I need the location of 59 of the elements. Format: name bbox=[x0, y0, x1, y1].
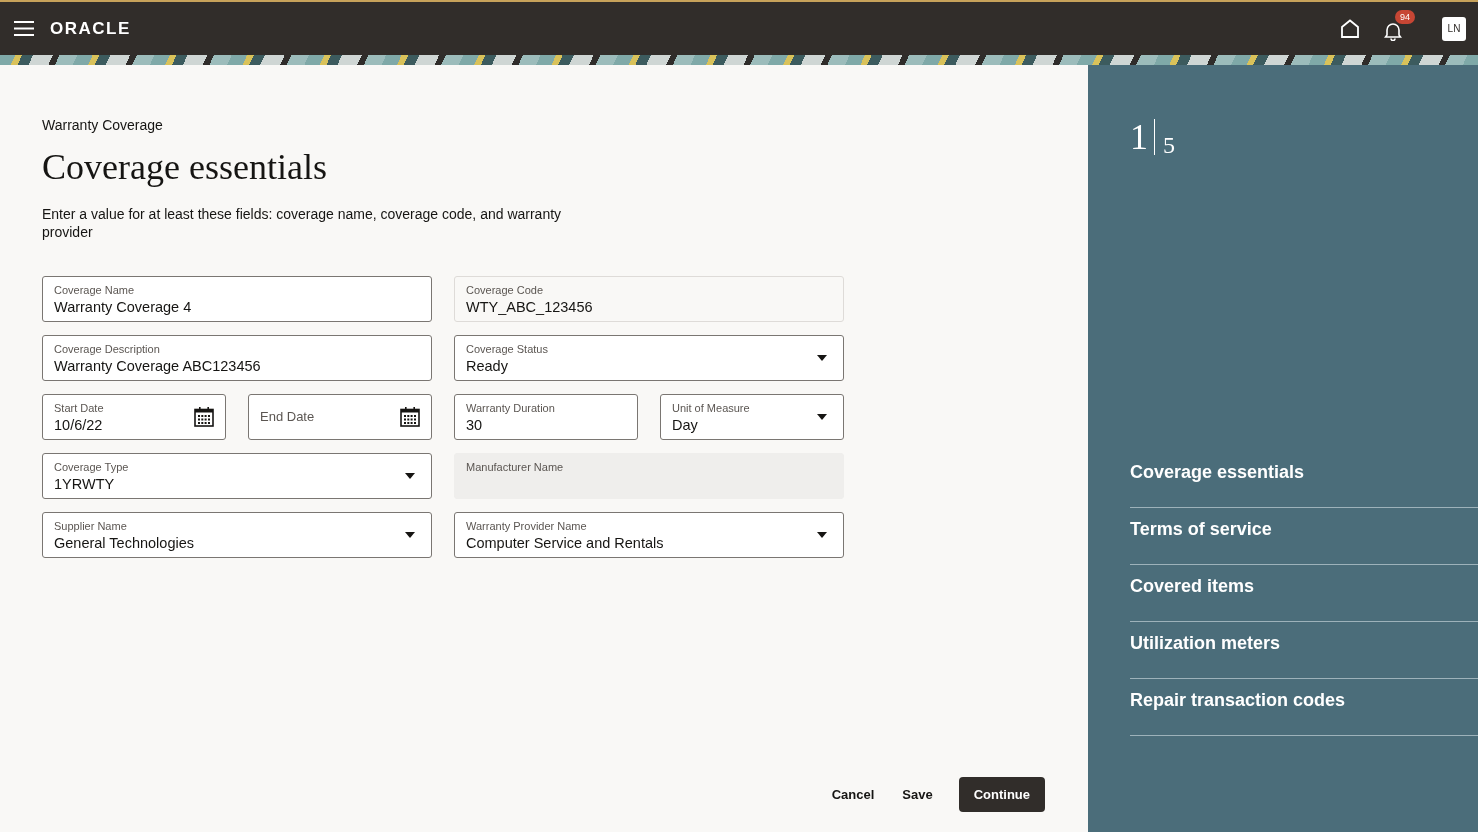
field-value: Day bbox=[672, 416, 698, 436]
continue-button[interactable]: Continue bbox=[958, 776, 1045, 812]
dropdown-caret-icon[interactable] bbox=[817, 355, 827, 362]
field-label: End Date bbox=[260, 408, 315, 427]
field-label: Warranty Provider Name bbox=[466, 520, 587, 534]
field-label: Warranty Duration bbox=[466, 402, 555, 416]
field-label: Supplier Name bbox=[54, 520, 127, 534]
field-label: Coverage Type bbox=[54, 461, 129, 475]
step-link[interactable]: Repair transaction codes bbox=[1130, 667, 1478, 736]
date-field[interactable]: End Date bbox=[248, 394, 432, 441]
bell-icon[interactable] bbox=[1384, 21, 1402, 42]
text-field[interactable]: Warranty Duration 30 bbox=[454, 394, 638, 441]
field-value: WTY_ABC_123456 bbox=[466, 298, 593, 318]
field-value: 10/6/22 bbox=[54, 416, 103, 436]
field-label: Start Date bbox=[54, 402, 104, 416]
field-value: 30 bbox=[466, 416, 483, 436]
total-steps-number: 5 bbox=[1163, 131, 1175, 159]
date-field[interactable]: Start Date 10/6/22 bbox=[42, 394, 226, 441]
field-value: Warranty Coverage ABC123456 bbox=[54, 357, 261, 377]
dropdown-caret-icon[interactable] bbox=[405, 532, 415, 539]
text-button[interactable]: Cancel bbox=[817, 776, 889, 812]
text-field[interactable]: Coverage Description Warranty Coverage ABC123456 bbox=[42, 335, 432, 382]
calendar-icon[interactable] bbox=[194, 407, 214, 428]
page-title: Coverage essentials bbox=[42, 146, 328, 189]
dropdown-field[interactable]: Unit of Measure Day bbox=[660, 394, 844, 441]
field-label: Manufacturer Name bbox=[466, 461, 564, 475]
breadcrumb: Warranty Coverage bbox=[42, 116, 164, 135]
field-label: Coverage Code bbox=[466, 284, 544, 298]
step-link[interactable]: Covered items bbox=[1130, 553, 1478, 622]
dropdown-caret-icon[interactable] bbox=[817, 532, 827, 539]
dropdown-caret-icon[interactable] bbox=[817, 414, 827, 421]
field-label: Coverage Status bbox=[466, 343, 548, 357]
dropdown-caret-icon[interactable] bbox=[405, 473, 415, 480]
calendar-icon[interactable] bbox=[400, 407, 420, 428]
step-link[interactable]: Utilization meters bbox=[1130, 610, 1478, 679]
field-label: Coverage Description bbox=[54, 343, 160, 357]
user-avatar[interactable]: LN bbox=[1442, 16, 1466, 41]
text-button[interactable]: Save bbox=[888, 776, 947, 812]
dropdown-field[interactable]: Coverage Type 1YRWTY bbox=[42, 453, 432, 500]
step-link[interactable]: Terms of service bbox=[1130, 496, 1478, 565]
field-value: General Technologies bbox=[54, 534, 194, 554]
home-icon[interactable] bbox=[1340, 19, 1360, 38]
dropdown-field[interactable]: Coverage Status Ready bbox=[454, 335, 844, 382]
field-label: Unit of Measure bbox=[672, 402, 750, 416]
instructions-text: Enter a value for at least these fields: coverage name, coverage code, and warranty provider bbox=[42, 205, 563, 242]
field-value: Ready bbox=[466, 357, 508, 377]
field-label: Coverage Name bbox=[54, 284, 135, 298]
field-value: Computer Service and Rentals bbox=[466, 534, 664, 554]
menu-icon[interactable] bbox=[14, 21, 34, 36]
readonly-field[interactable]: Coverage Code WTY_ABC_123456 bbox=[454, 276, 844, 323]
step-link[interactable]: Coverage essentials bbox=[1130, 439, 1478, 508]
field-value: 1YRWTY bbox=[54, 475, 115, 495]
dropdown-field[interactable]: Supplier Name General Technologies bbox=[42, 512, 432, 559]
logo[interactable]: ORACLE bbox=[50, 15, 131, 42]
field-value: Warranty Coverage 4 bbox=[54, 298, 192, 318]
notification-count: 94 bbox=[1395, 9, 1415, 24]
current-step-number: 1 bbox=[1130, 117, 1148, 157]
text-field[interactable]: Coverage Name Warranty Coverage 4 bbox=[42, 276, 432, 323]
dropdown-field[interactable]: Warranty Provider Name Computer Service and Rentals bbox=[454, 512, 844, 559]
